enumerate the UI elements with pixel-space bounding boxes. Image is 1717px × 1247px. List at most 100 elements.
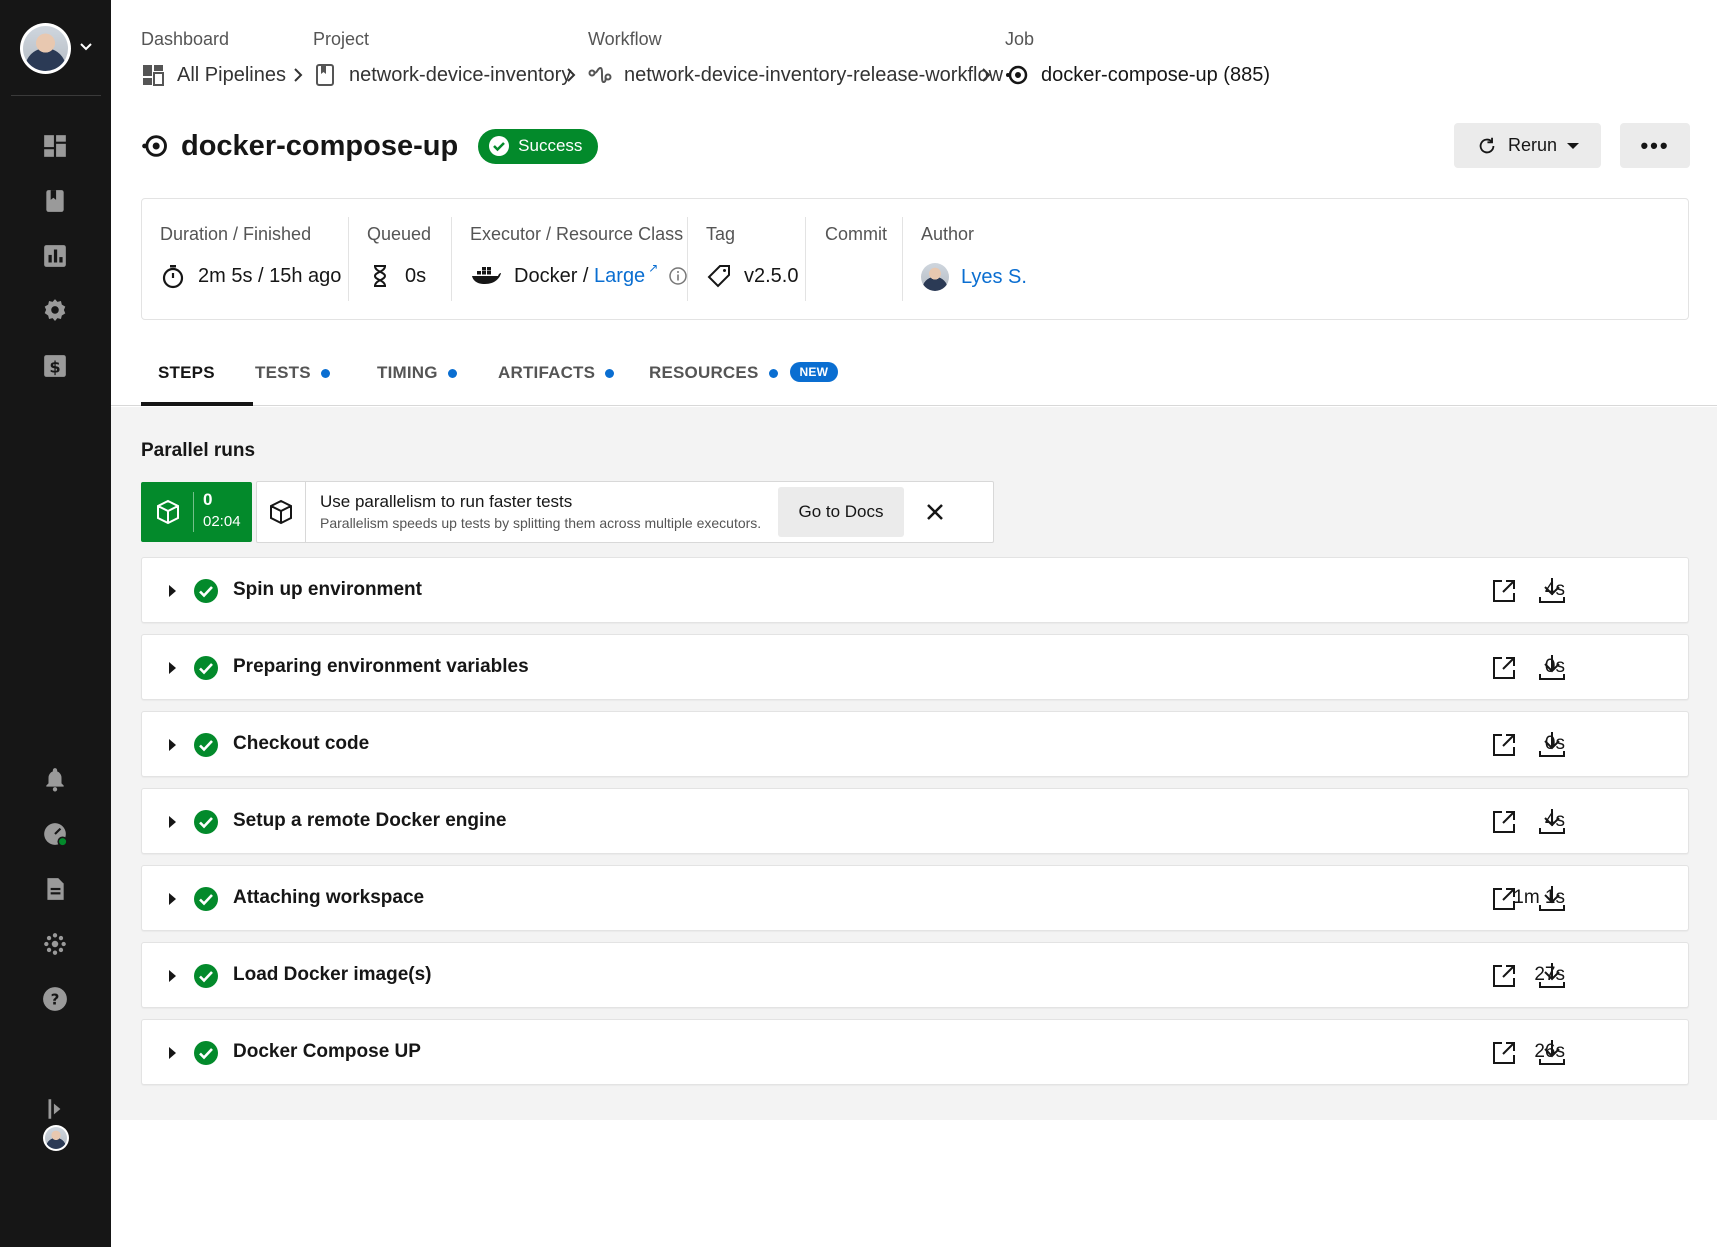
notifications-bell-icon[interactable] <box>41 765 69 793</box>
expand-triangle-icon[interactable] <box>169 970 176 982</box>
dashboard-icon[interactable] <box>41 132 69 160</box>
expand-triangle-icon[interactable] <box>169 816 176 828</box>
avatar[interactable] <box>20 23 71 74</box>
job-details-card: Duration / Finished 2m 5s / 15h ago Queu… <box>141 198 1689 320</box>
check-circle-icon <box>194 810 218 834</box>
author-link[interactable]: Lyes S. <box>961 266 1027 289</box>
download-icon[interactable] <box>1537 960 1567 990</box>
breadcrumb: Dashboard All Pipelines Project network-… <box>141 28 1641 98</box>
tab-steps-label: STEPS <box>158 363 215 382</box>
step-name: Preparing environment variables <box>233 656 529 677</box>
breadcrumb-all-pipelines-text: All Pipelines <box>177 63 286 86</box>
download-icon[interactable] <box>1537 729 1567 759</box>
docker-whale-icon <box>470 263 502 289</box>
promo-title: Use parallelism to run faster tests <box>320 492 573 511</box>
expand-triangle-icon[interactable] <box>169 739 176 751</box>
user-avatar[interactable] <box>43 1125 69 1151</box>
run-divider <box>193 492 194 532</box>
promo-description: Parallelism speeds up tests by splitting… <box>320 515 762 531</box>
svg-text:?: ? <box>51 990 60 1008</box>
tag-label: Tag <box>706 224 736 244</box>
chevron-right-icon <box>567 68 576 82</box>
download-icon[interactable] <box>1537 1037 1567 1067</box>
parallel-run-0-button[interactable]: 0 02:04 <box>141 482 252 542</box>
job-header: docker-compose-up Success <box>141 124 599 168</box>
breadcrumb-dashboard: Dashboard All Pipelines <box>141 28 286 86</box>
open-in-new-window-icon[interactable] <box>1491 809 1517 835</box>
commit-field: Commit <box>825 199 887 319</box>
meta-divider <box>805 217 806 301</box>
expand-triangle-icon[interactable] <box>169 893 176 905</box>
duration-label: Duration / Finished <box>160 224 312 244</box>
tab-artifacts[interactable]: ARTIFACTS <box>498 345 615 406</box>
box-icon <box>270 499 292 525</box>
queued-label: Queued <box>367 224 432 244</box>
download-icon[interactable] <box>1537 575 1567 605</box>
open-in-new-window-icon[interactable] <box>1491 963 1517 989</box>
projects-icon[interactable] <box>41 187 69 215</box>
commit-label: Commit <box>825 224 887 244</box>
settings-icon[interactable] <box>41 297 69 325</box>
tag-field: Tag v2.5.0 <box>706 199 798 319</box>
collapse-sidebar-icon[interactable] <box>41 1095 69 1123</box>
run-index: 0 <box>203 490 213 509</box>
breadcrumb-job-text: docker-compose-up (885) <box>1041 63 1270 86</box>
sidebar: $ ? <box>0 0 111 1247</box>
download-icon[interactable] <box>1537 652 1567 682</box>
status-speedometer-icon[interactable] <box>41 820 69 848</box>
expand-triangle-icon[interactable] <box>169 662 176 674</box>
breadcrumb-project: Project network-device-inventory <box>313 28 571 86</box>
go-to-docs-button[interactable]: Go to Docs <box>778 487 904 537</box>
open-in-new-window-icon[interactable] <box>1491 886 1517 912</box>
promo-divider <box>305 482 306 542</box>
step-name: Attaching workspace <box>233 887 425 908</box>
billing-icon[interactable]: $ <box>41 352 69 380</box>
breadcrumb-job: Job docker-compose-up (885) <box>1005 28 1270 86</box>
breadcrumb-workflow-link[interactable]: network-device-inventory-release-workflo… <box>588 63 1003 87</box>
step-row[interactable]: Attaching workspace 1m 1s <box>141 865 1689 931</box>
open-in-new-window-icon[interactable] <box>1491 578 1517 604</box>
tab-timing[interactable]: TIMING <box>377 345 457 406</box>
tab-resources[interactable]: RESOURCES NEW <box>649 345 839 406</box>
help-icon[interactable]: ? <box>41 985 69 1013</box>
step-row[interactable]: Load Docker image(s) 27s <box>141 942 1689 1008</box>
stopwatch-icon <box>160 263 186 289</box>
download-icon[interactable] <box>1537 883 1567 913</box>
insights-icon[interactable] <box>41 242 69 270</box>
open-in-new-window-icon[interactable] <box>1491 732 1517 758</box>
info-icon[interactable] <box>668 266 688 286</box>
org-switcher[interactable] <box>0 0 111 96</box>
check-circle-icon <box>194 887 218 911</box>
step-row[interactable]: Setup a remote Docker engine 4s <box>141 788 1689 854</box>
author-field: Author Lyes S. <box>921 199 1027 319</box>
rerun-button[interactable]: Rerun <box>1454 123 1601 168</box>
unread-dot-indicator <box>605 369 615 378</box>
more-options-button[interactable]: ••• <box>1620 123 1690 168</box>
step-row[interactable]: Preparing environment variables 0s <box>141 634 1689 700</box>
unread-dot-indicator <box>320 369 330 378</box>
tab-steps[interactable]: STEPS <box>141 345 253 406</box>
job-icon <box>142 135 167 157</box>
box-icon <box>157 499 179 525</box>
step-row[interactable]: Docker Compose UP 26s <box>141 1019 1689 1085</box>
tab-tests[interactable]: TESTS <box>255 345 330 406</box>
expand-triangle-icon[interactable] <box>169 585 176 597</box>
download-icon[interactable] <box>1537 806 1567 836</box>
tag-value: v2.5.0 <box>744 264 799 287</box>
open-in-new-window-icon[interactable] <box>1491 655 1517 681</box>
step-row[interactable]: Spin up environment 4s <box>141 557 1689 623</box>
community-icon[interactable] <box>41 930 69 958</box>
docs-file-icon[interactable] <box>41 875 69 903</box>
refresh-icon <box>1479 137 1495 153</box>
open-in-new-window-icon[interactable] <box>1491 1040 1517 1066</box>
chevron-right-icon <box>982 68 991 82</box>
expand-triangle-icon[interactable] <box>169 1047 176 1059</box>
check-circle-icon <box>194 579 218 603</box>
resource-class-link[interactable]: Large <box>594 265 645 288</box>
breadcrumb-project-link[interactable]: network-device-inventory <box>313 63 571 87</box>
close-icon[interactable] <box>923 500 947 524</box>
step-name: Docker Compose UP <box>233 1041 421 1062</box>
breadcrumb-workflow-label: Workflow <box>588 29 662 49</box>
step-row[interactable]: Checkout code 0s <box>141 711 1689 777</box>
breadcrumb-all-pipelines-link[interactable]: All Pipelines <box>141 63 286 87</box>
